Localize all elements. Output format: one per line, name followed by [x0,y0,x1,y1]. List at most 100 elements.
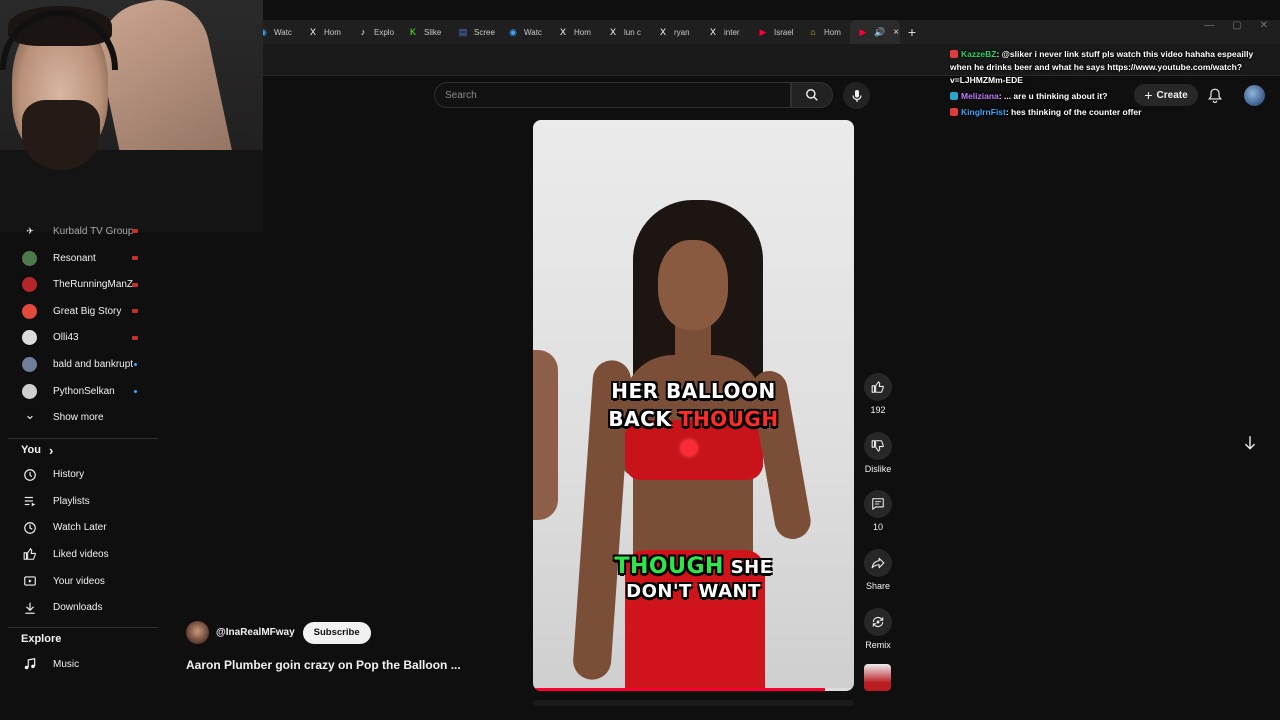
sidebar-item-downloads[interactable]: Downloads [0,595,160,621]
sidebar-item-label: Great Big Story [53,305,122,317]
channel-avatar[interactable] [186,621,209,644]
search-box[interactable] [434,82,791,108]
you-section-heading[interactable]: You › [21,443,53,458]
new-tab-button[interactable]: + [900,24,924,40]
search-icon [806,89,818,101]
dislike-label: Dislike [864,464,892,474]
youtube-icon: ▶ [759,26,767,37]
comments-button[interactable] [864,490,892,518]
channel-handle[interactable]: @InaRealMFway [216,627,295,638]
video-progress-bar[interactable] [533,688,854,691]
sidebar-item-liked-videos[interactable]: Liked videos [0,541,160,567]
sidebar-item-label: bald and bankrupt [53,358,134,370]
remix-action[interactable]: Remix [862,608,894,650]
sidebar-item-playlists[interactable]: Playlists [0,488,160,514]
arrow-down-icon [1244,436,1256,450]
browser-tab[interactable]: ▤ Scree [450,20,500,44]
browser-tab-label: Hom [574,27,591,37]
sidebar-item-subscription[interactable]: Resonant [0,245,160,271]
next-video-button[interactable] [1238,431,1262,455]
sidebar-item-music[interactable]: Music [0,651,160,677]
dislike-button[interactable] [864,432,892,460]
video-figure-face [658,240,728,330]
like-count: 192 [870,405,886,415]
sidebar-divider [8,627,158,629]
share-button[interactable] [864,549,892,577]
channel-icon: ✈ [26,225,34,236]
tiktok-icon: ♪ [360,27,366,37]
browser-tab[interactable]: X Hom [550,20,600,44]
channel-row: @InaRealMFway Subscribe [186,621,371,644]
new-content-dot [134,362,137,366]
caption-line: THOUGH SHE [533,555,854,580]
browser-tab-label: Watc [524,27,542,37]
browser-tab-label: Hom [324,27,341,37]
browser-tab[interactable]: X Hom [300,20,350,44]
show-more-label: Show more [53,412,104,424]
video-figure-belly [633,475,753,555]
stream-chat-overlay: KazzeBZ: @sliker i never link stuff pls … [950,48,1268,122]
browser-tab[interactable]: ▶ Israel [750,20,800,44]
browser-tab-label: inter [724,27,740,37]
video-title[interactable]: Aaron Plumber goin crazy on Pop the Ball… [186,658,461,672]
sidebar-item-your-videos[interactable]: Your videos [0,568,160,594]
audio-thumbnail[interactable] [864,664,891,691]
music-icon [22,656,38,672]
speaker-icon: 🔊 [874,26,886,37]
chat-message: KingIrnFist: hes thinking of the counter… [950,106,1268,119]
browser-tab-label: lun c [624,27,641,37]
like-button[interactable] [864,373,892,401]
x-icon: X [609,27,616,37]
share-action[interactable]: Share [862,549,894,591]
browser-tab-active[interactable]: ▶ 🔊 × [850,20,900,44]
sidebar-item-subscription[interactable]: PythonSelkan [0,378,160,404]
show-more-button[interactable]: ⌄ Show more [0,405,160,431]
voice-search-button[interactable] [843,82,870,109]
browser-tab-label: Hom [824,27,841,37]
video-side-person [533,350,558,520]
search-button[interactable] [791,82,833,108]
sidebar-item-history[interactable]: History [0,462,160,488]
shorts-video-player[interactable]: HER BALLOON BACK THOUGH THOUGH SHE DON'T… [533,120,854,691]
browser-tab[interactable]: Xryan [650,20,700,44]
dislike-action[interactable]: Dislike [862,432,894,474]
search-input[interactable] [445,89,790,101]
browser-tab[interactable]: Xinter [700,20,750,44]
liked-icon [22,546,38,562]
remix-button[interactable] [864,608,892,636]
like-action[interactable]: 192 [862,373,894,415]
x-icon: X [559,27,566,37]
close-tab-icon[interactable]: × [893,27,899,38]
sidebar-item-subscription[interactable]: TheRunningManZ [0,272,160,298]
browser-tab[interactable]: ◉ Watc [500,20,550,44]
sidebar-item-partial[interactable]: ✈ Kurbald TV Group [0,218,160,244]
browser-tab-label: ryan [674,27,690,37]
channel-avatar [22,303,37,319]
sidebar-item-subscription[interactable]: Olli43 [0,325,160,351]
comments-action[interactable]: 10 [862,490,894,532]
caption-word: BACK [608,407,679,431]
sidebar-item-label: TheRunningManZ [53,279,134,291]
close-window-icon[interactable]: ✕ [1260,20,1268,31]
live-indicator [132,282,138,287]
sidebar-item-subscription[interactable]: bald and bankrupt [0,351,160,377]
screen-icon: ▤ [458,26,468,37]
browser-tab-label: Scree [474,27,495,37]
sidebar-item-watch-later[interactable]: Watch Later [0,515,160,541]
home-icon: ⌂ [810,27,816,37]
video-caption-top: HER BALLOON BACK THOUGH [533,377,854,433]
browser-tab[interactable]: Xlun c [600,20,650,44]
subscribe-button[interactable]: Subscribe [302,621,371,644]
browser-tab[interactable]: K Slike [400,20,450,44]
sidebar-item-label: History [53,469,85,481]
you-heading-label: You [21,444,41,457]
sidebar-item-subscription[interactable]: Great Big Story [0,298,160,324]
maximize-icon[interactable]: ▢ [1232,20,1241,31]
minimize-icon[interactable]: — [1204,20,1214,31]
live-indicator [132,229,138,233]
channel-avatar [22,383,37,399]
browser-tab[interactable]: ♪ Explo [350,20,400,44]
browser-tab[interactable]: ⌂ Hom [800,20,850,44]
x-icon: X [309,27,316,37]
explore-section-heading: Explore [21,633,61,645]
